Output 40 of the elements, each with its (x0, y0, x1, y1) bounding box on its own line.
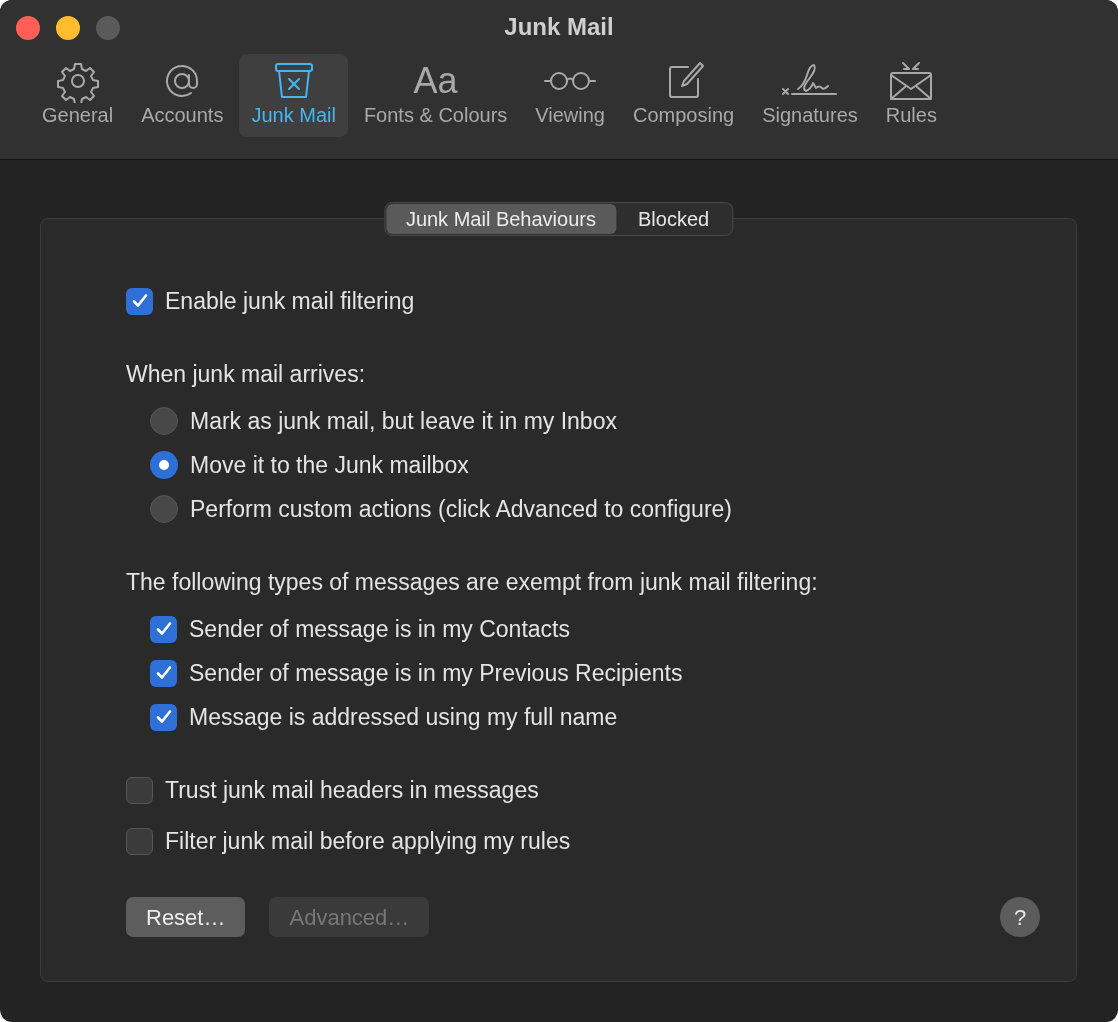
radio-button[interactable] (150, 495, 178, 523)
section-heading: The following types of messages are exempt from junk mail filtering: (126, 567, 819, 597)
option-label: Mark as junk mail, but leave it in my Inbox (190, 406, 617, 436)
toolbar-tab[interactable]: General (30, 54, 126, 137)
window-title: Junk Mail (504, 12, 614, 42)
checkbox[interactable] (150, 615, 177, 643)
checkbox[interactable] (126, 287, 153, 315)
option-label: Sender of message is in my Previous Recipients (189, 658, 683, 688)
font-glyph-icon: Aa (413, 59, 458, 103)
toolbar-tab[interactable]: Junk Mail (239, 54, 348, 137)
radio-button[interactable] (150, 451, 178, 479)
checkmark-icon (154, 664, 173, 682)
option-label: Move it to the Junk mailbox (190, 450, 469, 480)
minimize-button[interactable] (56, 16, 80, 40)
checkmark-icon (154, 620, 173, 638)
push-button[interactable]: Reset… (126, 897, 246, 937)
option-label: Trust junk mail headers in messages (165, 775, 539, 805)
radio-button[interactable] (150, 407, 178, 435)
toolbar-tab[interactable]: Signatures (750, 54, 870, 137)
checkbox[interactable] (126, 776, 153, 804)
checkmark-icon (154, 708, 173, 726)
checkmark-icon (130, 292, 149, 310)
toolbar-tab[interactable]: Viewing (523, 54, 617, 137)
checkbox[interactable] (126, 827, 153, 855)
toolbar-tab[interactable]: Composing (621, 54, 747, 137)
checkbox[interactable] (150, 703, 177, 731)
checkbox[interactable] (150, 659, 177, 687)
option-label: Message is addressed using my full name (189, 702, 618, 732)
segment-tab[interactable]: Junk Mail Behaviours (385, 204, 616, 234)
toolbar-tab[interactable]: Accounts (129, 54, 236, 137)
toolbar-tab[interactable]: Rules (873, 54, 949, 137)
segment-tab[interactable]: Blocked (615, 204, 732, 234)
option-label: Sender of message is in my Contacts (189, 614, 570, 644)
close-button[interactable] (16, 16, 40, 40)
section-heading: When junk mail arrives: (126, 359, 367, 389)
toolbar-tab[interactable]: Aa Fonts & Colours (351, 54, 520, 137)
option-label: Filter junk mail before applying my rules (165, 826, 571, 856)
option-label: Enable junk mail filtering (165, 286, 415, 316)
help-button[interactable]: ? (1000, 897, 1040, 937)
option-label: Perform custom actions (click Advanced to configure) (190, 494, 732, 524)
